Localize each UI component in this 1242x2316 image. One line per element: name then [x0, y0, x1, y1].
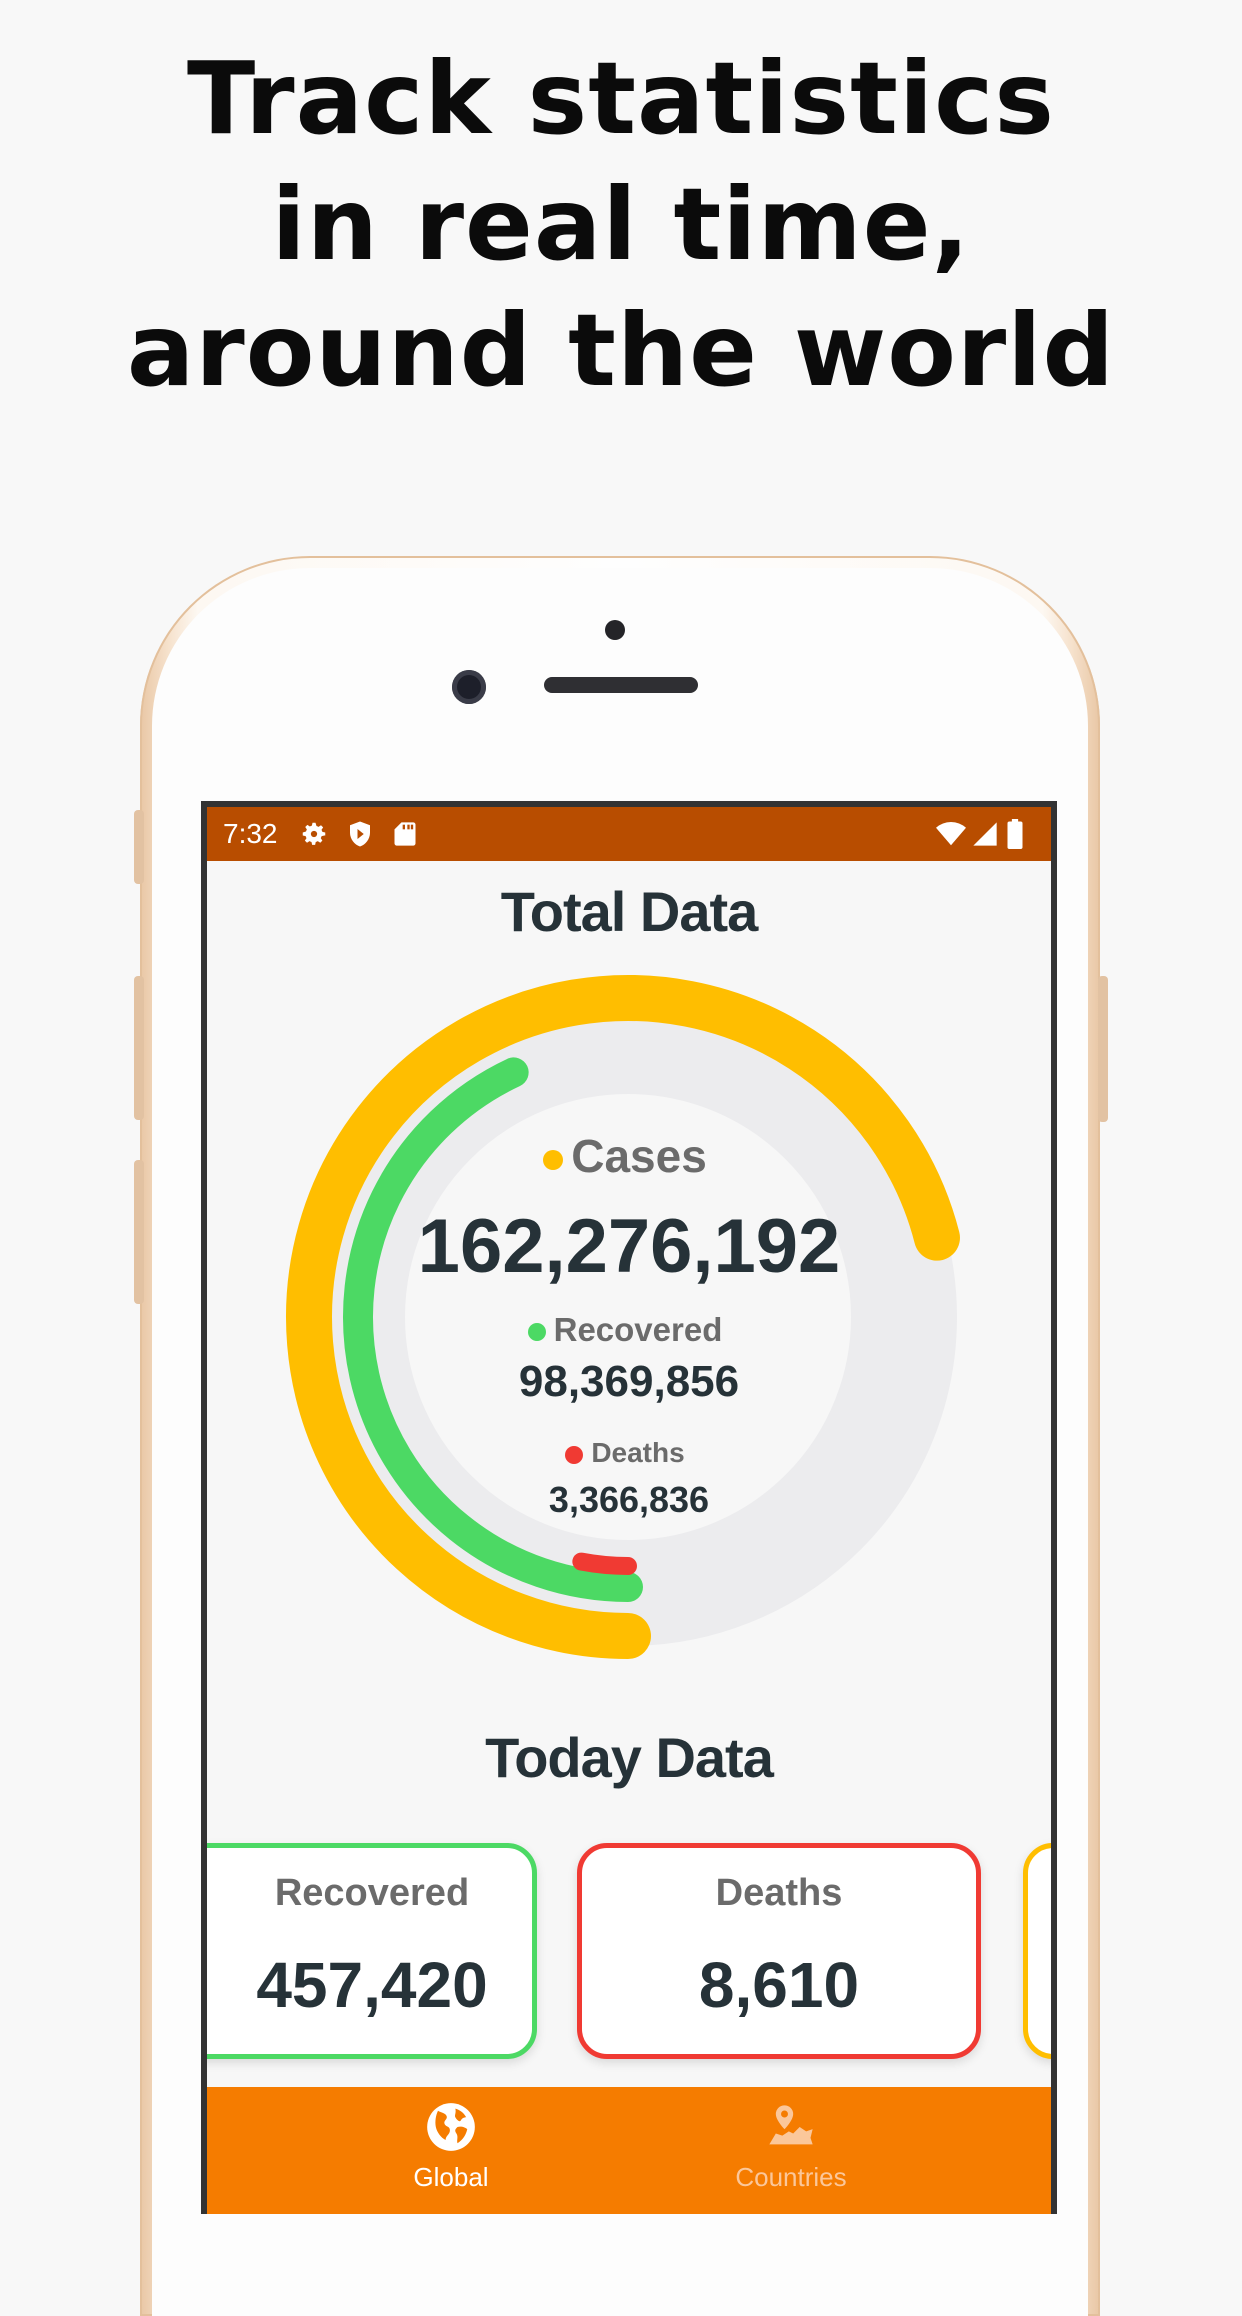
recovered-value: 98,369,856: [518, 1357, 740, 1406]
globe-icon: [427, 2103, 475, 2151]
bottom-navigation: Global Countries: [207, 2087, 1051, 2214]
deaths-value: 3,366,836: [548, 1479, 710, 1520]
proximity-sensor: [605, 620, 625, 640]
nav-countries-label: Countries: [735, 2162, 847, 2192]
headline-line-3: around the world: [126, 292, 1116, 409]
today-cases-card-partial[interactable]: [1023, 1843, 1051, 2059]
today-recovered-label: Recovered: [274, 1872, 470, 1914]
nav-countries-tab[interactable]: Countries: [691, 2101, 891, 2193]
deaths-label: Deaths: [591, 1437, 685, 1468]
today-deaths-label: Deaths: [715, 1872, 843, 1914]
recovered-label: Recovered: [553, 1311, 723, 1348]
recovered-legend: Recovered: [207, 1311, 1047, 1349]
today-deaths-value: 8,610: [698, 1949, 860, 2021]
phone-volume-down-button: [134, 1160, 144, 1304]
phone-volume-up-button: [134, 976, 144, 1120]
ring-bar-deaths: [572, 1552, 637, 1575]
today-recovered-value: 457,420: [256, 1949, 488, 2021]
nav-global-tab[interactable]: Global: [351, 2101, 551, 2193]
earpiece-speaker: [544, 677, 698, 693]
cases-value: 162,276,192: [417, 1204, 841, 1289]
cases-label: Cases: [571, 1130, 707, 1182]
cases-legend: Cases: [207, 1129, 1047, 1183]
today-recovered-card[interactable]: Recovered 457,420: [207, 1843, 537, 2059]
today-deaths-card[interactable]: Deaths 8,610: [577, 1843, 981, 2059]
phone-side-button: [134, 810, 144, 884]
today-data-title: Today Data: [485, 1726, 774, 1789]
map-pin-icon: [769, 2105, 813, 2145]
front-camera-icon: [452, 670, 486, 704]
deaths-dot: [565, 1445, 584, 1464]
phone-power-button: [1098, 976, 1108, 1122]
headline-line-2: in real time,: [271, 166, 971, 283]
app-screen: 7:32 Total Data Cases 162,276,192 Recove…: [201, 801, 1057, 2214]
cases-dot: [543, 1149, 564, 1170]
recovered-dot: [527, 1323, 546, 1342]
headline: Track statistics in real time, around th…: [0, 36, 1242, 414]
headline-line-1: Track statistics: [187, 40, 1055, 157]
deaths-legend: Deaths: [207, 1437, 1047, 1469]
nav-global-label: Global: [413, 2162, 489, 2192]
